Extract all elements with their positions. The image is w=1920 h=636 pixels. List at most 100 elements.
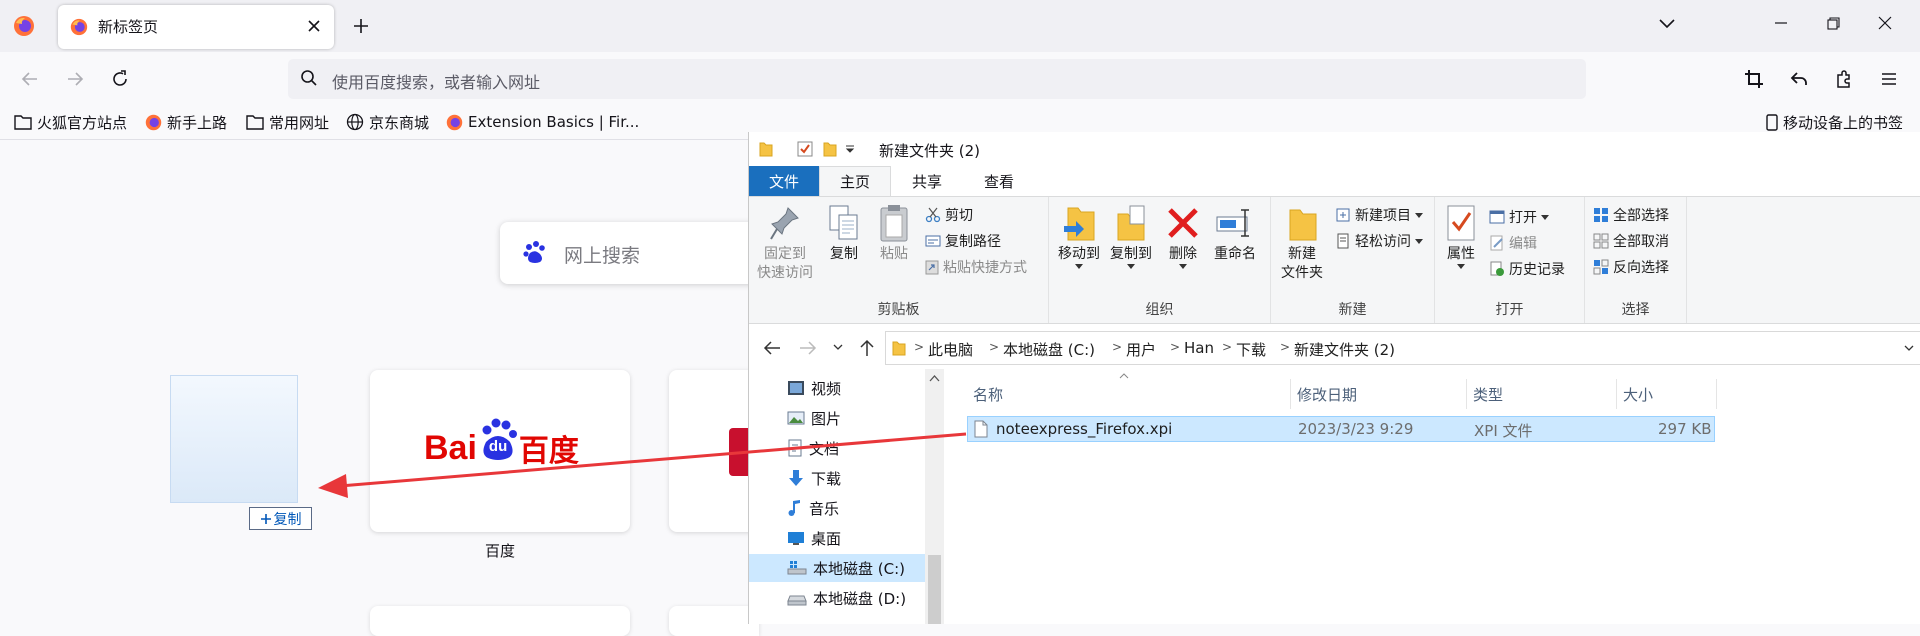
mobile-bookmarks[interactable]: 移动设备上的书签	[1766, 110, 1903, 134]
minimize-button[interactable]	[1772, 14, 1790, 32]
nav-scrollbar[interactable]	[925, 369, 944, 624]
bookmark-item[interactable]: 常用网址	[246, 110, 329, 134]
crop-screenshot-button[interactable]	[1737, 62, 1771, 96]
nav-item-pictures[interactable]: 图片	[787, 404, 927, 432]
list-all-tabs-button[interactable]	[1658, 14, 1676, 32]
tab-file[interactable]: 文件	[749, 166, 819, 196]
recent-locations-icon[interactable]	[833, 344, 843, 351]
bookmark-item[interactable]: 新手上路	[145, 110, 227, 134]
extensions-button[interactable]	[1827, 62, 1861, 96]
edit-icon	[1490, 235, 1503, 251]
bookmark-item[interactable]: 京东商城	[346, 110, 429, 134]
cut-button[interactable]: 剪切	[925, 205, 973, 225]
tab-home[interactable]: 主页	[819, 166, 891, 196]
address-dropdown-icon[interactable]	[1904, 345, 1914, 352]
newtab-search-input[interactable]: 网上搜索	[564, 241, 640, 268]
bookmark-item[interactable]: 火狐官方站点	[14, 110, 127, 134]
breadcrumb-item[interactable]: 本地磁盘 (C:)	[1003, 339, 1095, 360]
app-menu-button[interactable]	[1872, 62, 1906, 96]
restore-button[interactable]	[1824, 14, 1842, 32]
new-folder-icon[interactable]	[823, 141, 837, 157]
undo-button[interactable]	[1782, 62, 1816, 96]
file-row[interactable]: noteexpress_Firefox.xpi 2023/3/23 9:29 X…	[967, 416, 1715, 442]
invert-selection-icon	[1593, 259, 1609, 275]
rename-button[interactable]: 重命名	[1209, 203, 1261, 264]
bookmark-item[interactable]: Extension Basics | Fir...	[446, 110, 639, 134]
column-header-size[interactable]: 大小	[1617, 379, 1717, 409]
top-site-tile[interactable]	[370, 606, 630, 636]
delete-button[interactable]: 删除	[1163, 203, 1203, 269]
invert-selection-label: 反向选择	[1613, 260, 1669, 276]
pin-quick-access-button[interactable]: 固定到 快速访问	[757, 203, 813, 283]
hamburger-icon	[1882, 73, 1896, 85]
paste-shortcut-button[interactable]: 粘贴快捷方式	[925, 257, 1027, 277]
select-all-icon	[1594, 208, 1608, 222]
nav-item-desktop[interactable]: 桌面	[787, 524, 927, 552]
scroll-thumb[interactable]	[928, 555, 941, 624]
paste-button[interactable]: 粘贴	[871, 203, 917, 264]
back-button[interactable]	[13, 62, 47, 96]
new-folder-button[interactable]: 新建 文件夹	[1275, 203, 1329, 283]
move-to-button[interactable]: 移动到	[1053, 203, 1105, 269]
dropdown-arrow-icon	[1541, 214, 1549, 220]
firefox-view-button[interactable]	[10, 12, 38, 40]
nav-item-documents[interactable]: 文档	[787, 434, 927, 462]
reload-button[interactable]	[103, 62, 137, 96]
column-header-name[interactable]: 名称	[967, 379, 1291, 409]
properties-button[interactable]: 属性	[1441, 203, 1481, 269]
open-button[interactable]: 打开	[1489, 207, 1549, 227]
close-tab-icon[interactable]	[304, 16, 324, 36]
invert-selection-button[interactable]: 反向选择	[1593, 257, 1669, 277]
forward-button[interactable]	[58, 62, 92, 96]
copy-tooltip-label: 复制	[273, 511, 302, 528]
scroll-up-icon[interactable]	[929, 375, 940, 382]
cut-label: 剪切	[945, 208, 973, 224]
nav-label: 图片	[811, 409, 842, 428]
breadcrumb-item[interactable]: 此电脑	[928, 339, 973, 360]
edit-button[interactable]: 编辑	[1489, 233, 1537, 253]
back-arrow-icon[interactable]	[763, 340, 781, 356]
tab-newtab[interactable]: 新标签页	[58, 5, 334, 49]
new-item-button[interactable]: 新建项目	[1335, 205, 1423, 225]
copy-path-button[interactable]: 复制路径	[925, 231, 1001, 251]
breadcrumb-item[interactable]: 新建文件夹 (2)	[1294, 339, 1395, 360]
tab-share[interactable]: 共享	[891, 166, 963, 196]
customize-qat-icon[interactable]	[845, 145, 855, 153]
new-tab-button[interactable]	[347, 13, 375, 39]
paste-label: 粘贴	[880, 246, 908, 262]
window-title: 新建文件夹 (2)	[879, 142, 981, 160]
easy-access-button[interactable]: 轻松访问	[1335, 231, 1423, 251]
breadcrumb-item[interactable]: 用户	[1126, 339, 1156, 360]
copy-to-button[interactable]: 复制到	[1105, 203, 1157, 269]
newtab-search-box[interactable]: 网上搜索	[500, 222, 760, 284]
close-window-button[interactable]	[1876, 14, 1894, 32]
top-site-tile[interactable]	[669, 370, 759, 532]
select-none-button[interactable]: 全部取消	[1593, 231, 1669, 251]
select-all-label: 全部选择	[1613, 208, 1669, 224]
nav-item-music[interactable]: 音乐	[787, 494, 927, 522]
url-input[interactable]: 使用百度搜索，或者输入网址	[332, 69, 540, 93]
properties-icon[interactable]	[797, 141, 813, 157]
up-arrow-icon[interactable]	[859, 339, 875, 357]
nav-item-downloads[interactable]: 下载	[787, 464, 927, 492]
select-all-button[interactable]: 全部选择	[1593, 205, 1669, 225]
breadcrumb-item[interactable]: Han	[1184, 339, 1214, 357]
column-header-type[interactable]: 类型	[1467, 379, 1617, 409]
breadcrumb-item[interactable]: 下载	[1236, 339, 1266, 360]
top-site-tile[interactable]	[669, 606, 759, 636]
copy-drop-tooltip: 复制	[249, 507, 312, 530]
top-site-tile-baidu[interactable]: Bai du 百度	[370, 370, 630, 532]
copy-button[interactable]: 复制	[821, 203, 867, 264]
nav-item-drive-d[interactable]: 本地磁盘 (D:)	[787, 584, 927, 612]
pictures-folder-icon	[787, 411, 805, 425]
column-header-date[interactable]: 修改日期	[1291, 379, 1467, 409]
address-bar[interactable]: > 此电脑 > 本地磁盘 (C:) > 用户 > Han > 下载 > 新建文件…	[885, 331, 1920, 365]
history-button[interactable]: 历史记录	[1489, 259, 1565, 279]
url-bar[interactable]: 使用百度搜索，或者输入网址	[288, 59, 1586, 99]
tab-view[interactable]: 查看	[963, 166, 1035, 196]
forward-arrow-icon[interactable]	[799, 340, 817, 356]
nav-item-drive-c[interactable]: 本地磁盘 (C:)	[787, 554, 927, 582]
plus-icon	[354, 19, 368, 33]
folder-icon	[14, 115, 32, 130]
nav-item-videos[interactable]: 视频	[787, 374, 927, 402]
